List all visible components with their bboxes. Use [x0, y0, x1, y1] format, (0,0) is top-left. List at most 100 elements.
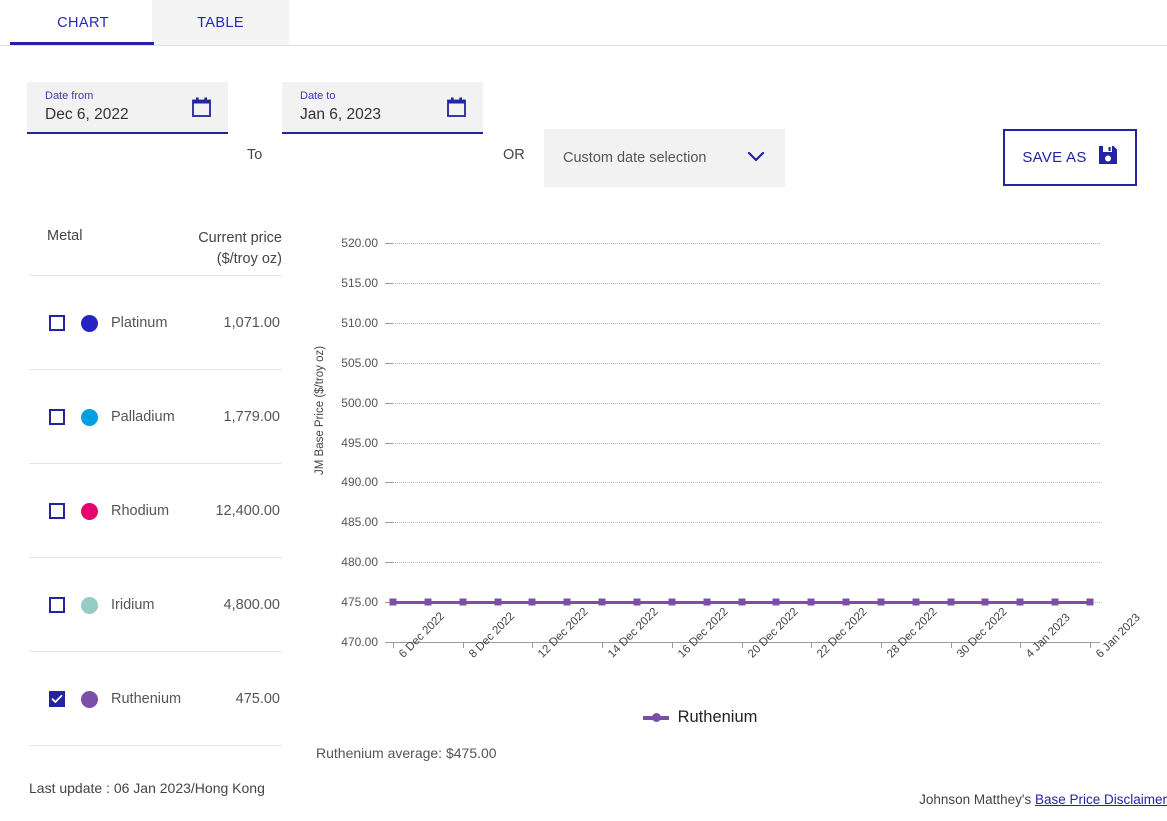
- metal-color-dot: [81, 597, 98, 614]
- series-data-point[interactable]: [843, 599, 850, 606]
- x-axis-tick-label: 30 Dec 2022: [955, 606, 1010, 661]
- x-axis-tick-label: 8 Dec 2022: [467, 610, 517, 660]
- x-axis-tick-label: 14 Dec 2022: [606, 606, 661, 661]
- column-header-current-price-line2: ($/troy oz): [152, 249, 282, 270]
- series-data-point[interactable]: [703, 599, 710, 606]
- date-from-field[interactable]: Date from Dec 6, 2022: [27, 82, 228, 134]
- y-axis-tick-label: 500.00: [322, 396, 378, 410]
- y-axis-tick-label: 490.00: [322, 475, 378, 489]
- series-data-point[interactable]: [947, 599, 954, 606]
- or-label: OR: [503, 147, 525, 163]
- metal-current-price: 1,779.00: [224, 409, 280, 425]
- date-to-value: Jan 6, 2023: [300, 106, 381, 124]
- custom-date-selection-dropdown[interactable]: Custom date selection: [544, 129, 785, 187]
- x-axis-tick-label: 6 Dec 2022: [397, 610, 447, 660]
- chart-legend: Ruthenium: [300, 708, 1100, 727]
- chart-gridline: [385, 363, 1100, 364]
- chart-gridline-tick: [385, 323, 393, 324]
- calendar-icon[interactable]: [447, 97, 466, 117]
- active-tab-indicator: [10, 42, 154, 45]
- series-data-point[interactable]: [529, 599, 536, 606]
- save-as-button[interactable]: SAVE AS: [1003, 129, 1137, 186]
- series-data-point[interactable]: [1052, 599, 1059, 606]
- date-from-value: Dec 6, 2022: [45, 106, 129, 124]
- series-data-point[interactable]: [599, 599, 606, 606]
- legend-label-ruthenium: Ruthenium: [678, 708, 758, 727]
- tab-bar: CHART TABLE: [0, 0, 1167, 46]
- y-axis-tick-label: 505.00: [322, 356, 378, 370]
- date-to-field[interactable]: Date to Jan 6, 2023: [282, 82, 483, 134]
- x-axis-tick-mark: [1090, 642, 1091, 648]
- metal-color-dot: [81, 409, 98, 426]
- series-data-point[interactable]: [877, 599, 884, 606]
- x-axis-tick-mark: [463, 642, 464, 648]
- y-axis-tick-label: 520.00: [322, 236, 378, 250]
- date-to-label: Date to: [300, 90, 335, 102]
- date-toolbar: Date from Dec 6, 2022 To Date to Jan 6, …: [0, 46, 1167, 156]
- chart-gridline-tick: [385, 403, 393, 404]
- series-data-point[interactable]: [1087, 599, 1094, 606]
- y-axis-tick-label: 495.00: [322, 436, 378, 450]
- to-label: To: [247, 147, 262, 163]
- metal-checkbox-platinum[interactable]: [49, 315, 65, 331]
- chart-gridline: [385, 323, 1100, 324]
- metal-name: Ruthenium: [111, 691, 181, 707]
- series-data-point[interactable]: [633, 599, 640, 606]
- disclaimer-prefix: Johnson Matthey's: [919, 792, 1035, 807]
- custom-date-selection-value: Custom date selection: [563, 150, 706, 166]
- chart-gridline: [385, 482, 1100, 483]
- metal-current-price: 475.00: [236, 691, 280, 707]
- x-axis-tick-label: 4 Jan 2023: [1024, 612, 1073, 661]
- x-axis-tick-label: 16 Dec 2022: [676, 606, 731, 661]
- chart-gridline-tick: [385, 482, 393, 483]
- series-data-point[interactable]: [1017, 599, 1024, 606]
- x-axis-tick-mark: [672, 642, 673, 648]
- tab-table[interactable]: TABLE: [152, 0, 289, 45]
- series-data-point[interactable]: [494, 599, 501, 606]
- chart-average-text: Ruthenium average: $475.00: [316, 745, 497, 761]
- tab-chart-label: CHART: [57, 15, 109, 31]
- series-data-point[interactable]: [459, 599, 466, 606]
- series-data-point[interactable]: [424, 599, 431, 606]
- x-axis-tick-mark: [393, 642, 394, 648]
- tab-chart[interactable]: CHART: [10, 0, 156, 45]
- series-data-point[interactable]: [982, 599, 989, 606]
- table-row[interactable]: Rhodium12,400.00: [29, 464, 282, 558]
- table-row[interactable]: Iridium4,800.00: [29, 558, 282, 652]
- column-header-current-price: Current price ($/troy oz): [152, 228, 282, 270]
- disclaimer-text: Johnson Matthey's Base Price Disclaimer: [919, 792, 1167, 807]
- series-data-point[interactable]: [738, 599, 745, 606]
- series-data-point[interactable]: [808, 599, 815, 606]
- table-row[interactable]: Ruthenium 475.00: [29, 652, 282, 746]
- legend-color-swatch: [643, 716, 669, 720]
- series-data-point[interactable]: [912, 599, 919, 606]
- series-data-point[interactable]: [668, 599, 675, 606]
- series-data-point[interactable]: [390, 599, 397, 606]
- metal-checkbox-ruthenium[interactable]: [49, 691, 65, 707]
- x-axis-tick-mark: [1020, 642, 1021, 648]
- metal-checkbox-iridium[interactable]: [49, 597, 65, 613]
- last-update-text: Last update : 06 Jan 2023/Hong Kong: [29, 780, 265, 796]
- table-row[interactable]: Platinum1,071.00: [29, 276, 282, 370]
- base-price-disclaimer-link[interactable]: Base Price Disclaimer: [1035, 792, 1167, 807]
- series-data-point[interactable]: [773, 599, 780, 606]
- table-row[interactable]: Palladium1,779.00: [29, 370, 282, 464]
- chart-gridline: [385, 522, 1100, 523]
- x-axis-tick-label: 28 Dec 2022: [885, 606, 940, 661]
- series-data-point[interactable]: [564, 599, 571, 606]
- x-axis-tick-mark: [602, 642, 603, 648]
- y-axis-tick-label: 510.00: [322, 316, 378, 330]
- y-axis-tick-label: 485.00: [322, 515, 378, 529]
- chart-gridline: [385, 283, 1100, 284]
- chart-gridline-tick: [385, 363, 393, 364]
- metal-checkbox-palladium[interactable]: [49, 409, 65, 425]
- chart-gridline: [385, 243, 1100, 244]
- metal-name: Iridium: [111, 597, 155, 613]
- chart-gridline-tick: [385, 283, 393, 284]
- date-from-label: Date from: [45, 90, 93, 102]
- metal-checkbox-rhodium[interactable]: [49, 503, 65, 519]
- metals-table-header: Metal Current price ($/troy oz): [29, 180, 282, 276]
- x-axis-tick-mark: [881, 642, 882, 648]
- calendar-icon[interactable]: [192, 97, 211, 117]
- tab-table-label: TABLE: [197, 15, 244, 31]
